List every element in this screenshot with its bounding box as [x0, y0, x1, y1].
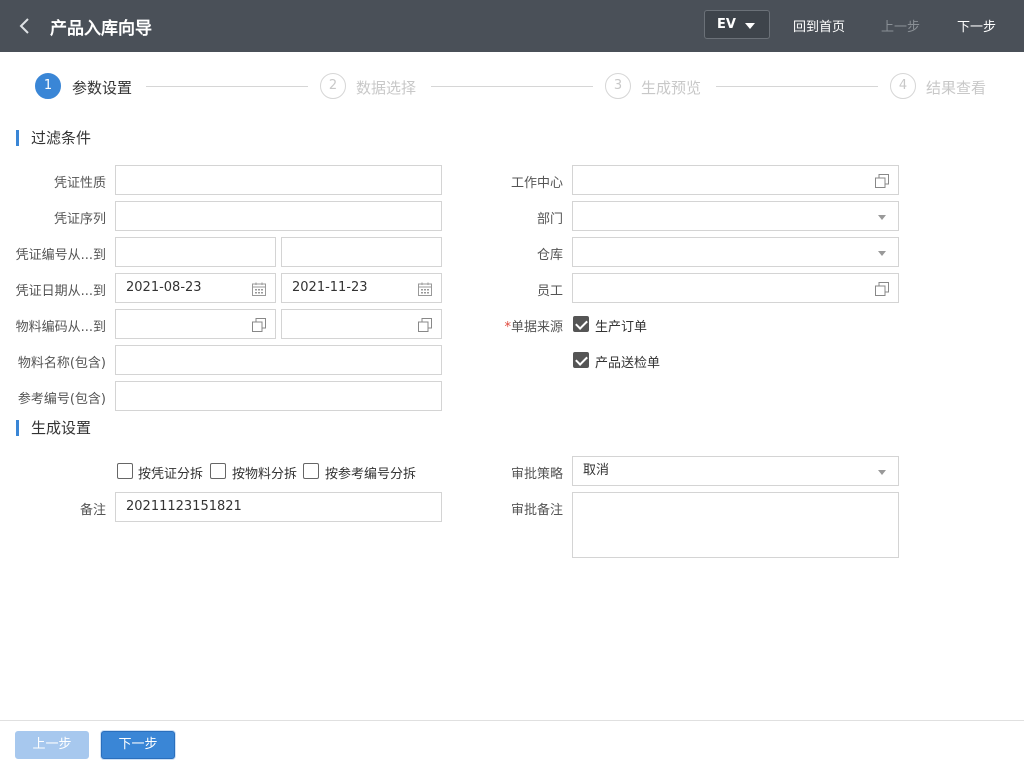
approval-policy-select[interactable]: 取消	[572, 456, 899, 486]
chevron-down-icon	[878, 215, 886, 220]
voucher-date-from-value: 2021-08-23	[126, 280, 202, 295]
step-connector	[716, 86, 878, 87]
remark-input[interactable]: 20211123151821	[115, 492, 442, 522]
voucher-date-from-input[interactable]: 2021-08-23	[115, 273, 276, 303]
material-code-label: 物料编码从...到	[15, 320, 106, 335]
caret-down-icon	[745, 23, 755, 29]
page-title: 产品入库向导	[50, 19, 152, 39]
split-by-ref-checkbox[interactable]	[303, 463, 319, 479]
voucher-date-to-input[interactable]: 2021-11-23	[281, 273, 442, 303]
work-center-input[interactable]	[572, 165, 899, 195]
production-order-label: 生产订单	[595, 320, 648, 335]
lookup-icon[interactable]	[874, 281, 890, 297]
split-by-material-label: 按物料分拆	[232, 467, 298, 482]
ref-no-input[interactable]	[115, 381, 442, 411]
inspection-order-label: 产品送检单	[595, 356, 661, 371]
language-dropdown[interactable]: EV	[704, 10, 770, 39]
split-by-material-checkbox[interactable]	[210, 463, 226, 479]
material-code-from-input[interactable]	[115, 309, 276, 339]
step-connector	[431, 86, 593, 87]
voucher-type-input[interactable]	[115, 165, 442, 195]
step-2-number: 2	[320, 73, 346, 99]
step-3-number: 3	[605, 73, 631, 99]
back-arrow-icon[interactable]	[14, 14, 36, 38]
doc-source-label: *单据来源	[450, 316, 563, 335]
employee-input[interactable]	[572, 273, 899, 303]
employee-label: 员工	[536, 284, 563, 299]
header-next-link[interactable]: 下一步	[957, 16, 996, 35]
calendar-icon[interactable]	[251, 281, 267, 297]
voucher-no-to-input[interactable]	[281, 237, 442, 267]
step-connector	[146, 86, 308, 87]
approval-remark-label: 审批备注	[510, 503, 563, 518]
filter-section-title: 过滤条件	[16, 130, 91, 146]
footer-prev-button[interactable]: 上一步	[15, 731, 89, 759]
voucher-no-label: 凭证编号从...到	[15, 248, 106, 263]
voucher-no-from-input[interactable]	[115, 237, 276, 267]
step-1-label: 参数设置	[72, 79, 133, 97]
ref-no-label: 参考编号(包含)	[17, 392, 106, 407]
inspection-order-checkbox[interactable]	[573, 352, 589, 368]
step-4-label: 结果查看	[926, 79, 987, 97]
department-label: 部门	[536, 212, 563, 227]
chevron-down-icon	[878, 251, 886, 256]
lookup-icon[interactable]	[251, 317, 267, 333]
chevron-down-icon	[878, 470, 886, 475]
lookup-icon[interactable]	[874, 173, 890, 189]
warehouse-label: 仓库	[536, 248, 563, 263]
warehouse-select[interactable]	[572, 237, 899, 267]
generate-section-title: 生成设置	[16, 420, 91, 436]
split-by-voucher-checkbox[interactable]	[117, 463, 133, 479]
material-name-label: 物料名称(包含)	[17, 356, 106, 371]
material-code-to-input[interactable]	[281, 309, 442, 339]
step-4-number: 4	[890, 73, 916, 99]
production-order-checkbox[interactable]	[573, 316, 589, 332]
work-center-label: 工作中心	[510, 176, 563, 191]
voucher-date-to-value: 2021-11-23	[292, 280, 368, 295]
step-3-label: 生成预览	[641, 79, 702, 97]
doc-source-label-text: 单据来源	[510, 320, 563, 335]
split-by-ref-label: 按参考编号分拆	[325, 467, 417, 482]
approval-remark-textarea[interactable]	[572, 492, 899, 558]
lookup-icon[interactable]	[417, 317, 433, 333]
material-name-input[interactable]	[115, 345, 442, 375]
footer-bar: 上一步 下一步	[0, 720, 1024, 768]
approval-policy-label: 审批策略	[510, 467, 563, 482]
header-prev-link[interactable]: 上一步	[881, 16, 920, 35]
wizard-steps: 1 参数设置 2 数据选择 3 生成预览 4 结果查看	[0, 70, 1024, 104]
voucher-date-label: 凭证日期从...到	[15, 284, 106, 299]
language-value: EV	[717, 17, 736, 32]
footer-next-button[interactable]: 下一步	[101, 731, 175, 759]
home-link[interactable]: 回到首页	[793, 16, 845, 35]
remark-label: 备注	[79, 503, 106, 518]
step-1-number: 1	[35, 73, 61, 99]
department-select[interactable]	[572, 201, 899, 231]
voucher-seq-label: 凭证序列	[53, 212, 106, 227]
approval-policy-value: 取消	[583, 463, 610, 478]
step-2-label: 数据选择	[356, 79, 417, 97]
calendar-icon[interactable]	[417, 281, 433, 297]
voucher-type-label: 凭证性质	[53, 176, 106, 191]
top-bar: 产品入库向导 EV 回到首页 上一步 下一步	[0, 0, 1024, 52]
voucher-seq-input[interactable]	[115, 201, 442, 231]
split-by-voucher-label: 按凭证分拆	[138, 467, 204, 482]
